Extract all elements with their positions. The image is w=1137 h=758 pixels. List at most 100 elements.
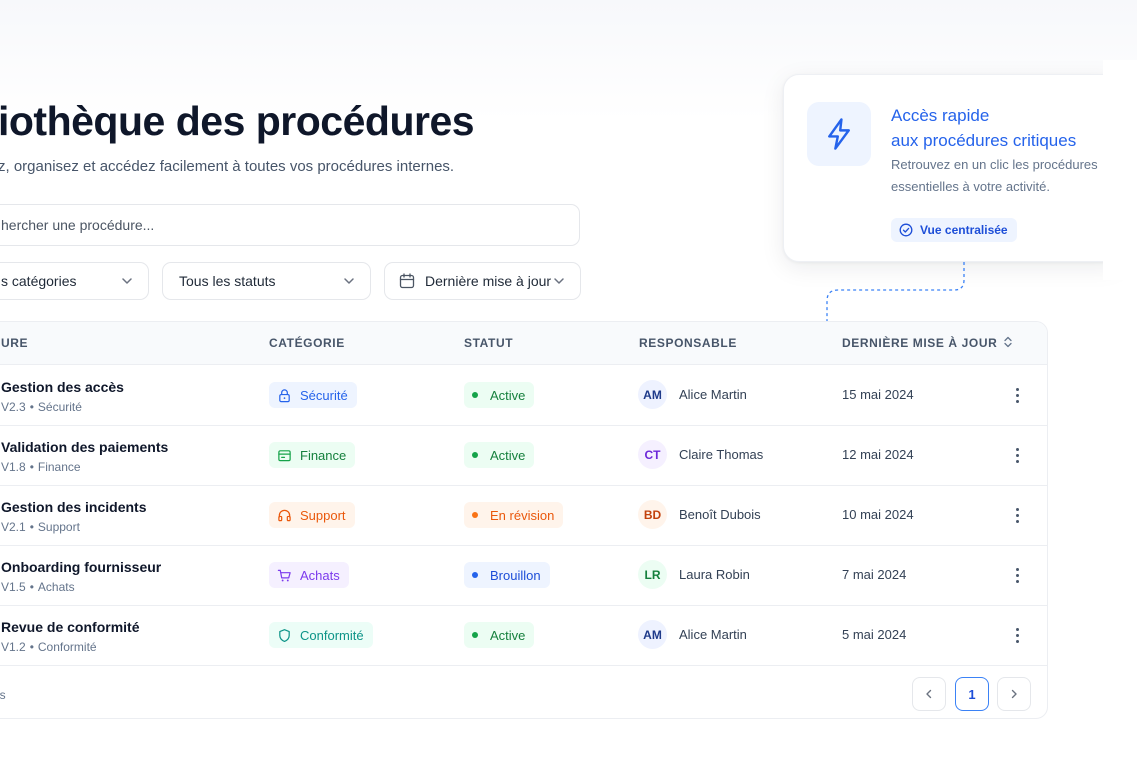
wallet-icon	[278, 449, 291, 461]
category-badge: Sécurité	[269, 382, 357, 408]
table-row[interactable]: Validation des paiements V1.8 • Finance Fi…	[0, 425, 1047, 486]
status-dot	[472, 572, 478, 578]
more-options-icon[interactable]	[1008, 503, 1026, 527]
owner-name: Alice Martin	[679, 627, 747, 642]
pagination-prev-button[interactable]	[912, 677, 946, 711]
procedure-meta: V2.1 • Support	[1, 520, 80, 534]
lock-icon	[279, 388, 290, 402]
procedure-meta: V1.8 • Finance	[1, 460, 81, 474]
owner-name: Laura Robin	[679, 567, 750, 582]
procedure-meta: V1.2 • Conformité	[1, 640, 97, 654]
headset-icon	[278, 509, 291, 521]
updated-date: 5 mai 2024	[842, 627, 907, 642]
table-row[interactable]: Gestion des accès V2.3 • Sécurité Sécurité…	[0, 365, 1047, 426]
procedure-version: V2.1	[1, 520, 26, 534]
avatar: AM	[638, 620, 667, 649]
column-updated[interactable]: DERNIÈRE MISE À JOUR	[842, 336, 1013, 350]
quick-access-title: Accès rapide aux procédures critiques	[891, 103, 1111, 153]
status-dot	[472, 452, 478, 458]
table-footer-count: res	[0, 688, 6, 702]
procedure-version: V1.2	[1, 640, 26, 654]
category-label: Finance	[300, 447, 347, 463]
procedure-version: V2.3	[1, 400, 26, 414]
owner-name: Alice Martin	[679, 387, 747, 402]
column-owner[interactable]: RESPONSABLE	[639, 336, 737, 350]
chevron-down-icon	[344, 278, 354, 284]
table-header: URE CATÉGORIE STATUT RESPONSABLE DERNIÈR…	[0, 322, 1047, 365]
quick-access-description: Retrouvez en un clic les procédures esse…	[891, 157, 1098, 194]
shield-icon	[279, 628, 290, 642]
updated-date: 12 mai 2024	[842, 447, 914, 462]
procedure-name[interactable]: Gestion des accès	[1, 379, 124, 395]
more-options-icon[interactable]	[1008, 443, 1026, 467]
procedure-name[interactable]: Gestion des incidents	[1, 499, 146, 515]
cart-icon	[277, 569, 291, 581]
procedure-version: V1.8	[1, 460, 26, 474]
status-dot	[472, 512, 478, 518]
procedure-meta-category: Sécurité	[37, 400, 82, 414]
chevron-down-icon	[554, 278, 564, 284]
procedure-meta: V2.3 • Sécurité	[1, 400, 82, 414]
right-edge-mask	[1103, 60, 1137, 280]
procedure-version: V1.5	[1, 580, 26, 594]
column-category[interactable]: CATÉGORIE	[269, 336, 345, 350]
page-subtitle: z, organisez et accédez facilement à tou…	[0, 158, 455, 175]
procedure-meta-category: Support	[37, 520, 80, 534]
status-dot	[472, 632, 478, 638]
status-label: Active	[490, 447, 526, 463]
status-dot	[472, 392, 478, 398]
category-filter[interactable]: s catégories	[0, 262, 149, 300]
updated-date: 15 mai 2024	[842, 387, 914, 402]
category-label: Sécurité	[300, 387, 348, 403]
check-circle-icon	[899, 223, 913, 237]
page-title: iothèque des procédures	[0, 98, 475, 144]
quick-access-title-line1: Accès rapide	[891, 106, 990, 125]
procedure-name[interactable]: Onboarding fournisseur	[1, 559, 161, 575]
more-options-icon[interactable]	[1008, 383, 1026, 407]
date-sort-filter[interactable]: Dernière mise à jour	[384, 262, 581, 300]
updated-date: 7 mai 2024	[842, 567, 907, 582]
column-updated-label: DERNIÈRE MISE À JOUR	[842, 336, 998, 350]
table-row[interactable]: Revue de conformité V1.2 • Conformité Conf…	[0, 605, 1047, 666]
status-label: Brouillon	[490, 567, 541, 583]
status-label: Active	[490, 387, 526, 403]
pagination-page-button[interactable]: 1	[955, 677, 989, 711]
procedure-meta-category: Finance	[37, 460, 81, 474]
more-options-icon[interactable]	[1008, 623, 1026, 647]
status-filter[interactable]: Tous les statuts	[162, 262, 371, 300]
centralized-view-label: Vue centralisée	[920, 223, 1008, 237]
column-status[interactable]: STATUT	[464, 336, 513, 350]
category-badge: Achats	[269, 562, 349, 588]
owner-name: Benoît Dubois	[679, 507, 761, 522]
procedure-name[interactable]: Revue de conformité	[1, 619, 139, 635]
category-filter-label: s catégories	[1, 273, 77, 289]
date-filter-label: Dernière mise à jour	[425, 273, 552, 289]
category-label: Conformité	[300, 627, 364, 643]
centralized-view-badge[interactable]: Vue centralisée	[891, 218, 1017, 242]
category-badge: Support	[269, 502, 355, 528]
lightning-icon	[828, 118, 850, 150]
procedure-name[interactable]: Validation des paiements	[1, 439, 168, 455]
lightning-icon-tile	[807, 102, 871, 166]
search-input[interactable]	[0, 205, 561, 245]
status-label: Active	[490, 627, 526, 643]
avatar: LR	[638, 560, 667, 589]
status-badge: En révision	[464, 502, 564, 528]
more-options-icon[interactable]	[1008, 563, 1026, 587]
status-filter-label: Tous les statuts	[179, 273, 276, 289]
column-procedure[interactable]: URE	[1, 336, 28, 350]
status-badge: Active	[464, 622, 535, 648]
pagination-next-button[interactable]	[997, 677, 1031, 711]
status-badge: Active	[464, 382, 535, 408]
category-label: Achats	[300, 567, 340, 583]
sort-icon[interactable]	[1003, 336, 1013, 348]
table-row[interactable]: Onboarding fournisseur V1.5 • Achats Achat…	[0, 545, 1047, 606]
avatar: AM	[638, 380, 667, 409]
chevron-left-icon	[926, 689, 932, 699]
chevron-down-icon	[122, 278, 132, 284]
status-badge: Brouillon	[464, 562, 550, 588]
chevron-right-icon	[1011, 689, 1017, 699]
quick-access-title-line2: aux procédures critiques	[891, 131, 1077, 150]
procedure-meta: V1.5 • Achats	[1, 580, 75, 594]
table-row[interactable]: Gestion des incidents V2.1 • Support Suppo…	[0, 485, 1047, 546]
